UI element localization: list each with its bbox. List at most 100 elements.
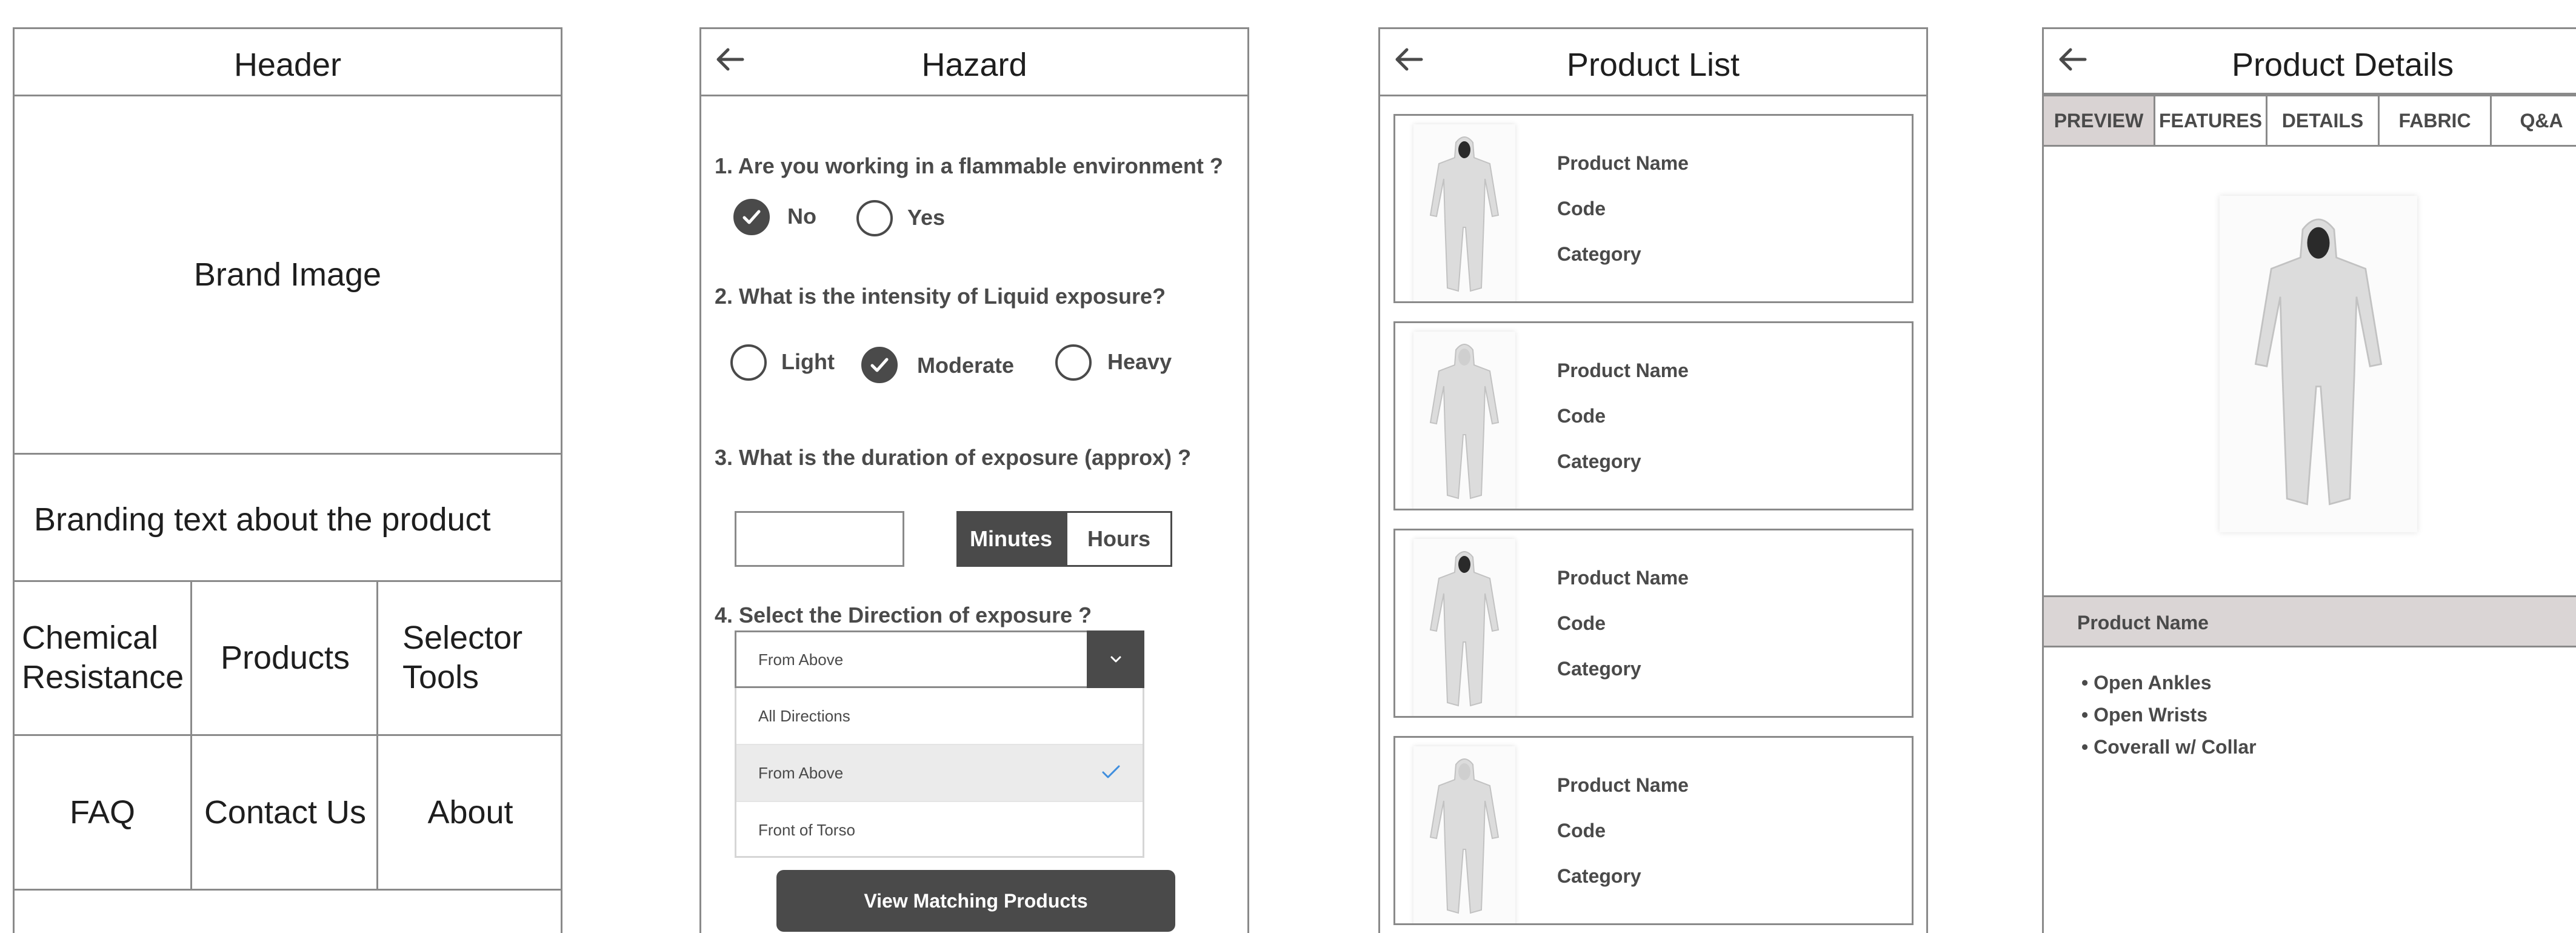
product-thumbnail [1413, 746, 1515, 923]
product-card[interactable]: Product Name Code Category [1393, 736, 1914, 925]
checkmark-icon [1102, 765, 1120, 778]
brand-image: Brand Image [15, 96, 561, 453]
unit-minutes-label: Minutes [969, 526, 1052, 551]
product-code: Code [1557, 405, 1606, 427]
coverall-image [1429, 344, 1500, 500]
nav-label: Contact Us [204, 794, 367, 831]
question-liquid-intensity: 2. What is the intensity of Liquid expos… [715, 284, 1166, 309]
tab-features[interactable]: FEATURES [2154, 95, 2267, 147]
question-duration: 3. What is the duration of exposure (app… [715, 445, 1192, 470]
feature-item: • Open Wrists [2081, 704, 2207, 726]
page-title: Hazard [921, 47, 1027, 83]
radio-moderate-label: Moderate [917, 353, 1015, 378]
divider [15, 889, 561, 891]
feature-item: • Coverall w/ Collar [2081, 736, 2257, 758]
coverall-image [1429, 758, 1500, 914]
tab-label: FEATURES [2158, 109, 2263, 132]
option-front-of-torso[interactable]: Front of Torso [736, 802, 1143, 858]
nav-label: About [427, 794, 513, 831]
product-name: Product Name [1557, 359, 1689, 381]
option-label: From Above [758, 763, 844, 782]
product-thumbnail [1413, 332, 1515, 509]
product-list-screen: Product List Product Name Code Category [1378, 27, 1928, 933]
option-label: All Directions [758, 706, 850, 725]
branding-text: Branding text about the product [34, 501, 491, 538]
checkmark-icon [742, 210, 761, 224]
product-card[interactable]: Product Name Code Category [1393, 114, 1914, 303]
feature-item: • Open Ankles [2081, 672, 2212, 694]
duration-input[interactable] [735, 511, 904, 567]
product-category: Category [1557, 450, 1641, 472]
product-code: Code [1557, 612, 1606, 634]
nav-chemical-resistance[interactable]: Chemical Resistance [22, 582, 198, 734]
coverall-image [1429, 136, 1500, 292]
unit-hours-label: Hours [1087, 526, 1150, 551]
product-name: Product Name [1557, 774, 1689, 796]
nav-label: Selector Tools [402, 620, 523, 695]
radio-no-label: No [787, 204, 816, 229]
nav-contact-us[interactable]: Contact Us [192, 736, 378, 889]
divider [376, 580, 378, 891]
radio-heavy-label: Heavy [1107, 349, 1172, 374]
product-card[interactable]: Product Name Code Category [1393, 529, 1914, 718]
radio-yes[interactable] [856, 200, 893, 236]
product-category: Category [1557, 658, 1641, 680]
question-direction: 4. Select the Direction of exposure ? [715, 603, 1092, 627]
page-title: Product List [1566, 47, 1740, 83]
home-screen: Header Brand Image Branding text about t… [13, 27, 562, 933]
view-matching-products-button[interactable]: View Matching Products [776, 870, 1175, 932]
page-title: Product Details [2232, 47, 2454, 83]
product-card[interactable]: Product Name Code Category [1393, 321, 1914, 510]
radio-light[interactable] [730, 344, 767, 381]
tab-details[interactable]: DETAILS [2266, 95, 2380, 147]
option-from-above[interactable]: From Above [736, 745, 1143, 801]
option-label: Front of Torso [758, 820, 855, 839]
direction-select[interactable]: From Above [735, 630, 1144, 688]
feature-label: Open Wrists [2094, 704, 2207, 726]
tab-fabric[interactable]: FABRIC [2378, 95, 2492, 147]
radio-light-label: Light [781, 349, 835, 374]
product-code: Code [1557, 198, 1606, 219]
nav-selector-tools[interactable]: Selector Tools [402, 582, 560, 734]
product-category: Category [1557, 243, 1641, 265]
tab-label: PREVIEW [2054, 109, 2144, 132]
question-flammable: 1. Are you working in a flammable enviro… [715, 153, 1223, 178]
nav-products[interactable]: Products [192, 582, 378, 734]
unit-hours-button[interactable]: Hours [1066, 511, 1172, 567]
nav-label: Chemical Resistance [22, 620, 184, 695]
tab-qa[interactable]: Q&A [2490, 95, 2576, 147]
tab-preview[interactable]: PREVIEW [2044, 95, 2155, 147]
direction-dropdown-menu: All Directions From Above Front of Torso [735, 688, 1144, 858]
back-arrow-icon[interactable] [2057, 47, 2087, 72]
feature-label: Coverall w/ Collar [2094, 736, 2257, 758]
direction-select-value: From Above [758, 650, 844, 669]
product-preview-image [2220, 196, 2417, 532]
radio-no[interactable] [733, 199, 770, 235]
coverall-image [1429, 551, 1500, 707]
tab-label: DETAILS [2281, 109, 2364, 132]
unit-minutes-button[interactable]: Minutes [956, 511, 1066, 567]
nav-about[interactable]: About [378, 736, 561, 889]
product-thumbnail [1413, 124, 1515, 301]
chevron-down-icon [1110, 656, 1121, 662]
option-all-directions[interactable]: All Directions [736, 688, 1143, 744]
radio-heavy[interactable] [1055, 344, 1092, 381]
checkmark-icon [870, 358, 889, 372]
product-thumbnail [1413, 539, 1515, 716]
product-category: Category [1557, 865, 1641, 887]
feature-label: Open Ankles [2094, 672, 2212, 694]
divider [701, 95, 1247, 96]
product-name: Product Name [1557, 152, 1689, 174]
product-name: Product Name [1557, 567, 1689, 589]
cta-label: View Matching Products [864, 889, 1088, 912]
divider [15, 453, 561, 455]
divider [190, 580, 192, 891]
product-details-screen: Product Details PREVIEW FEATURES DETAILS… [2042, 27, 2576, 933]
radio-yes-label: Yes [907, 205, 946, 230]
product-name-bar: Product Name [2044, 595, 2576, 647]
tab-label: Q&A [2520, 109, 2563, 132]
radio-moderate[interactable] [861, 347, 898, 383]
tab-label: FABRIC [2398, 109, 2471, 132]
dropdown-toggle[interactable] [1087, 630, 1144, 688]
nav-faq[interactable]: FAQ [15, 736, 190, 889]
